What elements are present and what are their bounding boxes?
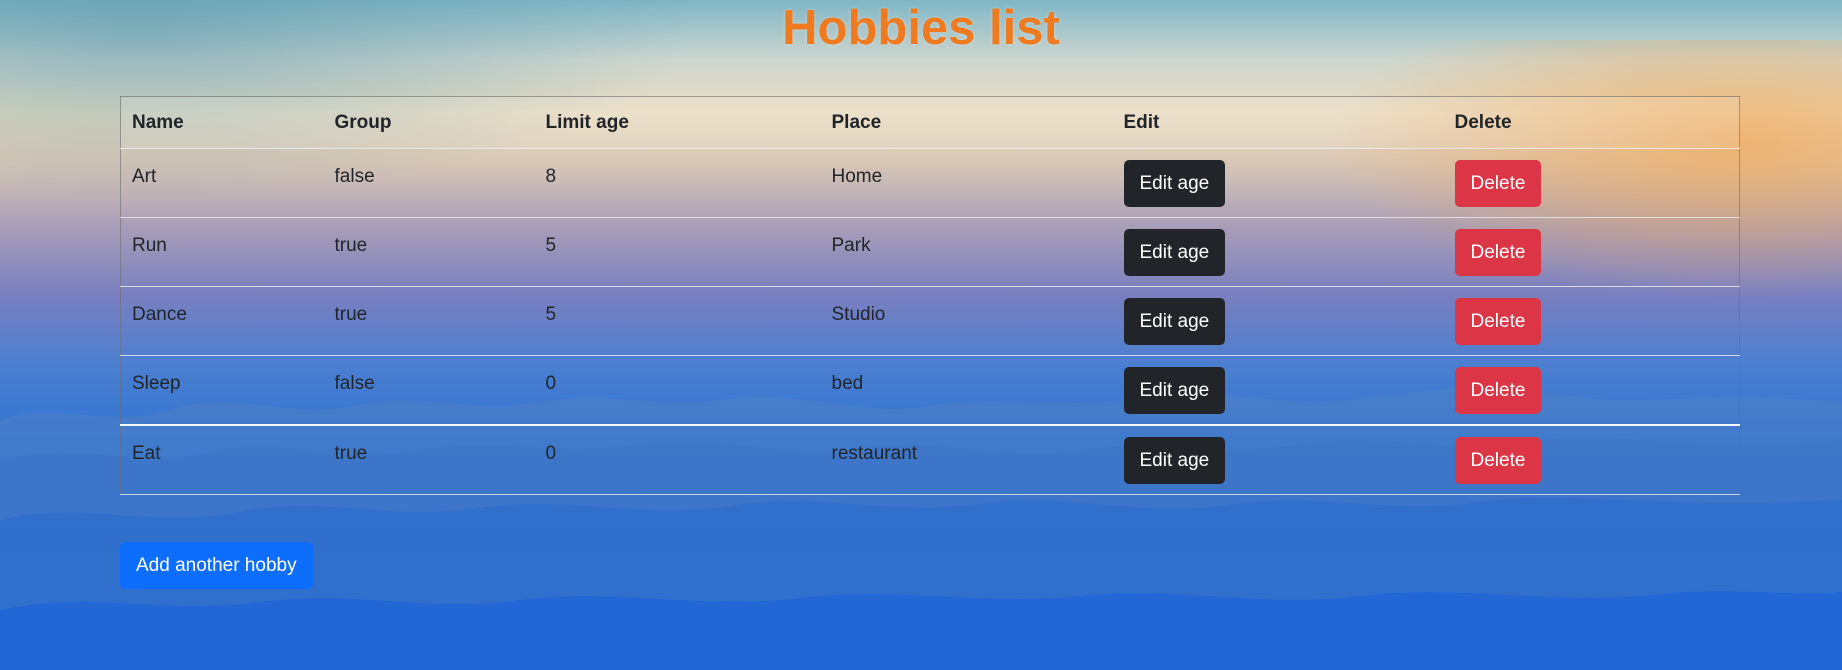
table-header: Name Group Limit age Place Edit Delete xyxy=(120,96,1740,149)
cell-name: Eat xyxy=(120,425,324,495)
table-row: Run true 5 Park Edit age Delete xyxy=(120,217,1740,287)
cell-limit-age: 5 xyxy=(534,286,821,356)
cell-limit-age: 5 xyxy=(534,217,821,287)
cell-delete: Delete xyxy=(1443,217,1740,287)
hobby-place: restaurant xyxy=(831,443,918,464)
column-header-edit: Edit xyxy=(1112,96,1444,149)
hobby-place: bed xyxy=(831,373,864,394)
hobby-limit-age: 5 xyxy=(545,304,557,325)
cell-edit: Edit age xyxy=(1112,148,1444,218)
hobbies-table-container: Name Group Limit age Place Edit Delete A… xyxy=(120,96,1740,495)
table-row: Art false 8 Home Edit age Delete xyxy=(120,148,1740,218)
hobby-group: false xyxy=(334,373,375,394)
cell-group: true xyxy=(323,217,535,287)
hobby-group: true xyxy=(334,443,368,464)
cell-group: true xyxy=(323,286,535,356)
edit-age-button[interactable]: Edit age xyxy=(1123,297,1226,345)
column-header-group: Group xyxy=(323,96,535,149)
hobby-name: Dance xyxy=(132,304,187,325)
column-header-limit-age: Limit age xyxy=(534,96,821,149)
edit-age-button[interactable]: Edit age xyxy=(1123,159,1226,207)
cell-group: false xyxy=(323,355,535,426)
cell-limit-age: 0 xyxy=(534,355,821,426)
table-row: Sleep false 0 bed Edit age Delete xyxy=(120,355,1740,426)
hobby-group: false xyxy=(334,166,375,187)
delete-button[interactable]: Delete xyxy=(1454,228,1542,276)
column-header-name: Name xyxy=(120,96,324,149)
hobby-group: true xyxy=(334,235,368,256)
hobby-place: Studio xyxy=(831,304,886,325)
column-header-delete: Delete xyxy=(1443,96,1740,149)
cell-limit-age: 8 xyxy=(534,148,821,218)
hobby-name: Eat xyxy=(132,443,161,464)
cell-delete: Delete xyxy=(1443,355,1740,426)
cell-place: bed xyxy=(820,355,1113,426)
hobby-limit-age: 0 xyxy=(545,443,557,464)
hobby-name: Run xyxy=(132,235,167,256)
cell-name: Sleep xyxy=(120,355,324,426)
edit-age-button[interactable]: Edit age xyxy=(1123,436,1226,484)
delete-button[interactable]: Delete xyxy=(1454,366,1542,414)
hobby-limit-age: 5 xyxy=(545,235,557,256)
table-body: Art false 8 Home Edit age Delete Run tru… xyxy=(120,148,1740,495)
hobby-limit-age: 0 xyxy=(545,373,557,394)
table-row: Eat true 0 restaurant Edit age Delete xyxy=(120,425,1740,495)
cell-group: false xyxy=(323,148,535,218)
cell-edit: Edit age xyxy=(1112,286,1444,356)
add-hobby-button[interactable]: Add another hobby xyxy=(120,542,313,589)
hobby-group: true xyxy=(334,304,368,325)
cell-place: Studio xyxy=(820,286,1113,356)
table-row: Dance true 5 Studio Edit age Delete xyxy=(120,286,1740,356)
cell-delete: Delete xyxy=(1443,425,1740,495)
hobby-name: Art xyxy=(132,166,157,187)
hobby-name: Sleep xyxy=(132,373,181,394)
delete-button[interactable]: Delete xyxy=(1454,159,1542,207)
cell-edit: Edit age xyxy=(1112,425,1444,495)
cell-edit: Edit age xyxy=(1112,217,1444,287)
edit-age-button[interactable]: Edit age xyxy=(1123,228,1226,276)
hobby-place: Park xyxy=(831,235,871,256)
column-header-place: Place xyxy=(820,96,1113,149)
hobby-limit-age: 8 xyxy=(545,166,557,187)
delete-button[interactable]: Delete xyxy=(1454,436,1542,484)
cell-delete: Delete xyxy=(1443,286,1740,356)
cell-place: Home xyxy=(820,148,1113,218)
page-title: Hobbies list xyxy=(782,1,1060,55)
hobbies-table: Name Group Limit age Place Edit Delete A… xyxy=(120,96,1740,495)
cell-name: Dance xyxy=(120,286,324,356)
cell-name: Art xyxy=(120,148,324,218)
cell-place: restaurant xyxy=(820,425,1113,495)
cell-group: true xyxy=(323,425,535,495)
cell-edit: Edit age xyxy=(1112,355,1444,426)
hobby-place: Home xyxy=(831,166,883,187)
cell-name: Run xyxy=(120,217,324,287)
edit-age-button[interactable]: Edit age xyxy=(1123,366,1226,414)
cell-limit-age: 0 xyxy=(534,425,821,495)
delete-button[interactable]: Delete xyxy=(1454,297,1542,345)
cell-delete: Delete xyxy=(1443,148,1740,218)
cell-place: Park xyxy=(820,217,1113,287)
